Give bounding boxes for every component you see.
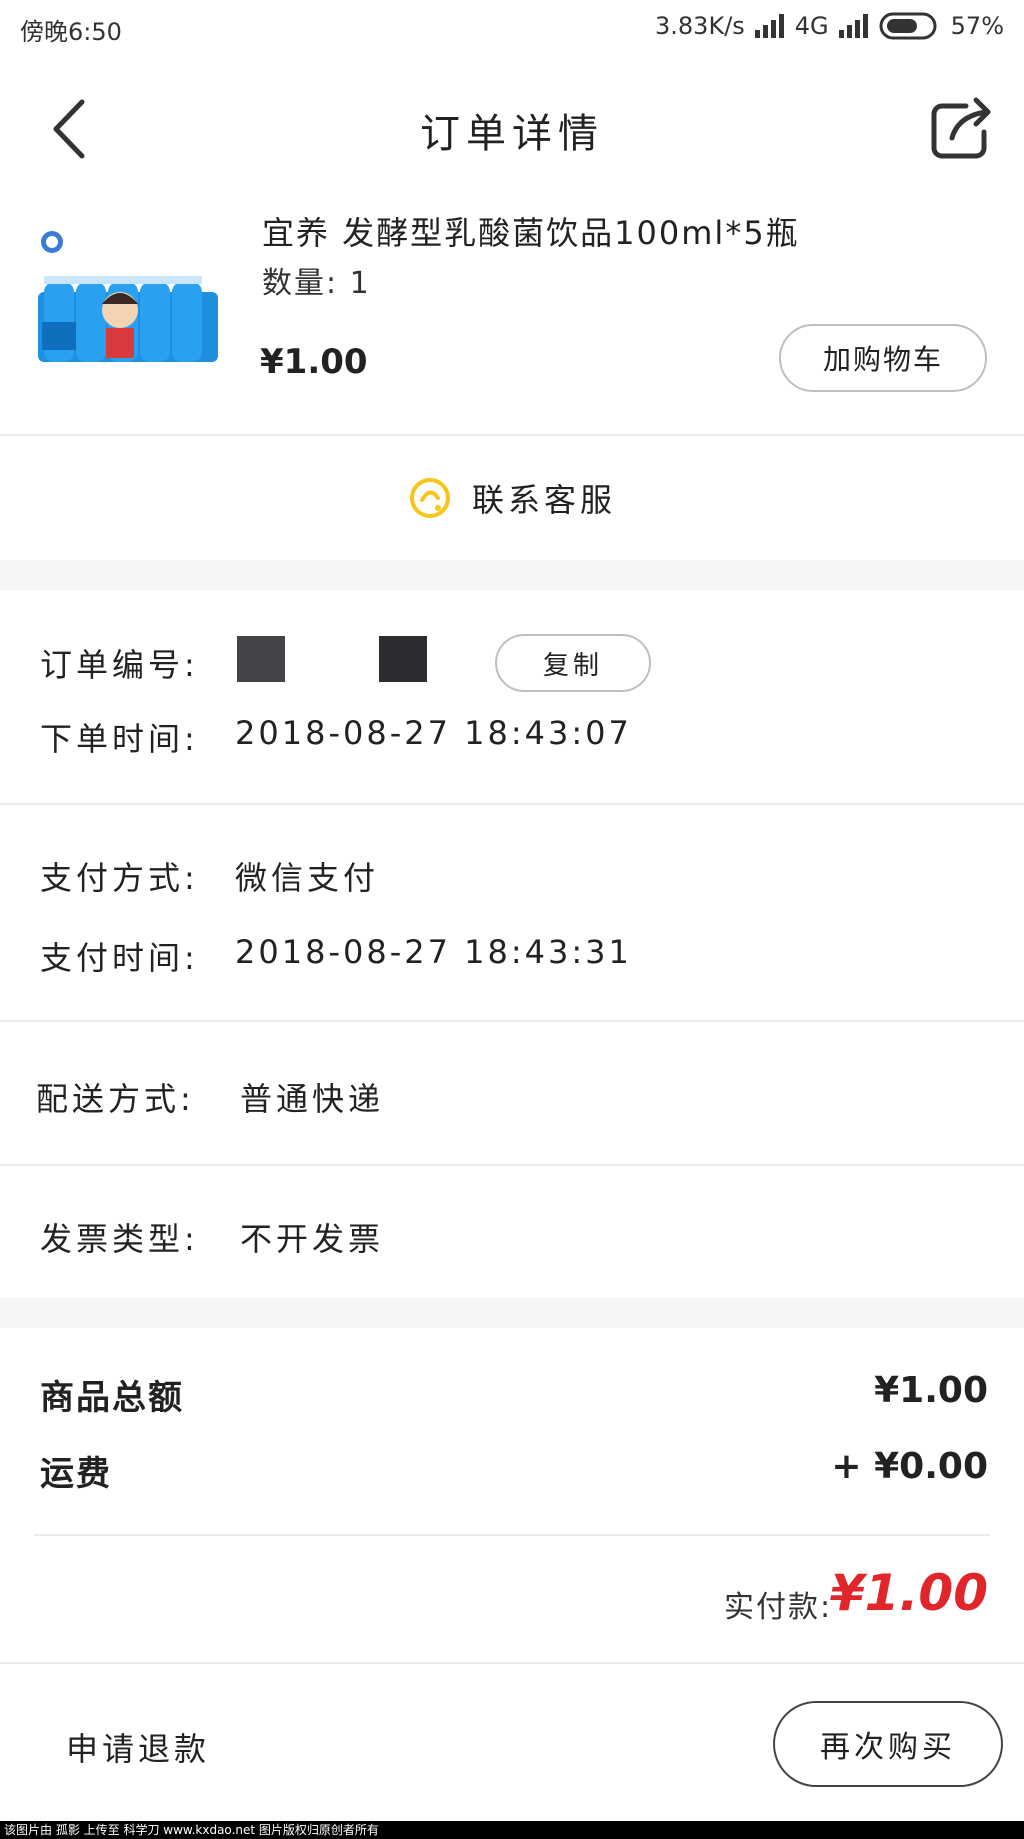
goods-total-label: 商品总额	[40, 1378, 184, 1418]
invoice-section: 发票类型: 不开发票	[0, 1166, 1024, 1298]
network-type: 4G	[794, 12, 829, 40]
invoice-label: 发票类型:	[40, 1220, 199, 1258]
product-quantity: 数量: 1	[262, 266, 371, 301]
signal-icon	[754, 14, 784, 38]
share-icon[interactable]	[928, 92, 998, 162]
contact-service-button[interactable]: 联系客服	[0, 436, 1024, 560]
battery-icon	[879, 12, 937, 40]
payment-section: 支付方式: 微信支付 支付时间: 2018-08-27 18:43:31	[0, 805, 1024, 1019]
invoice-value: 不开发票	[240, 1220, 385, 1258]
section-gap	[0, 1298, 1024, 1328]
add-to-cart-button[interactable]: 加购物车	[779, 324, 987, 392]
product-image	[38, 231, 218, 362]
header: 订单详情	[0, 56, 1024, 196]
summary-section: 商品总额 ¥1.00 运费 + ¥0.00 实付款: ¥1.00	[0, 1328, 1024, 1662]
signal-icon-2	[838, 14, 868, 38]
copy-button[interactable]: 复制	[495, 634, 651, 692]
order-time-label: 下单时间:	[40, 720, 199, 758]
refund-button[interactable]: 申请退款	[66, 1724, 210, 1770]
product-card[interactable]: 宜养 发酵型乳酸菌饮品100ml*5瓶 数量: 1 ¥1.00 加购物车	[0, 196, 1024, 434]
watermark: 该图片由 孤影 上传至 科学刀 www.kxdao.net 图片版权归原创者所有	[0, 1821, 1024, 1839]
rebuy-button[interactable]: 再次购买	[773, 1701, 1003, 1787]
contact-service-label: 联系客服	[471, 481, 616, 519]
order-number-mask	[237, 636, 285, 682]
product-price: ¥1.00	[260, 342, 368, 382]
page-title: 订单详情	[420, 111, 604, 157]
goods-total-value: ¥1.00	[874, 1370, 988, 1411]
order-info-section: 订单编号: 复制 下单时间: 2018-08-27 18:43:07	[0, 590, 1024, 804]
status-time: 傍晚6:50	[20, 18, 122, 46]
delivery-section: 配送方式: 普通快递	[0, 1022, 1024, 1164]
payment-method-label: 支付方式:	[40, 859, 199, 897]
order-time-value: 2018-08-27 18:43:07	[235, 714, 632, 752]
battery-level: 57%	[950, 12, 1004, 40]
payment-time-value: 2018-08-27 18:43:31	[235, 933, 632, 971]
headset-icon	[409, 478, 450, 518]
order-number-label: 订单编号:	[40, 646, 199, 684]
delivery-value: 普通快递	[240, 1080, 385, 1118]
paid-label: 实付款:	[724, 1590, 833, 1625]
network-speed: 3.83K/s	[655, 12, 745, 40]
action-bar: 申请退款 再次购买	[0, 1664, 1024, 1821]
section-gap	[0, 560, 1024, 590]
payment-time-label: 支付时间:	[40, 939, 199, 977]
payment-method-value: 微信支付	[235, 859, 380, 897]
paid-amount: ¥1.00	[829, 1564, 988, 1622]
divider	[34, 1534, 990, 1536]
order-number-mask	[379, 636, 427, 682]
delivery-label: 配送方式:	[36, 1080, 195, 1118]
product-name: 宜养 发酵型乳酸菌饮品100ml*5瓶	[262, 214, 800, 252]
shipping-label: 运费	[40, 1454, 112, 1494]
shipping-value: + ¥0.00	[831, 1446, 988, 1487]
status-bar: 傍晚6:50 3.83K/s 4G 57%	[0, 0, 1024, 56]
